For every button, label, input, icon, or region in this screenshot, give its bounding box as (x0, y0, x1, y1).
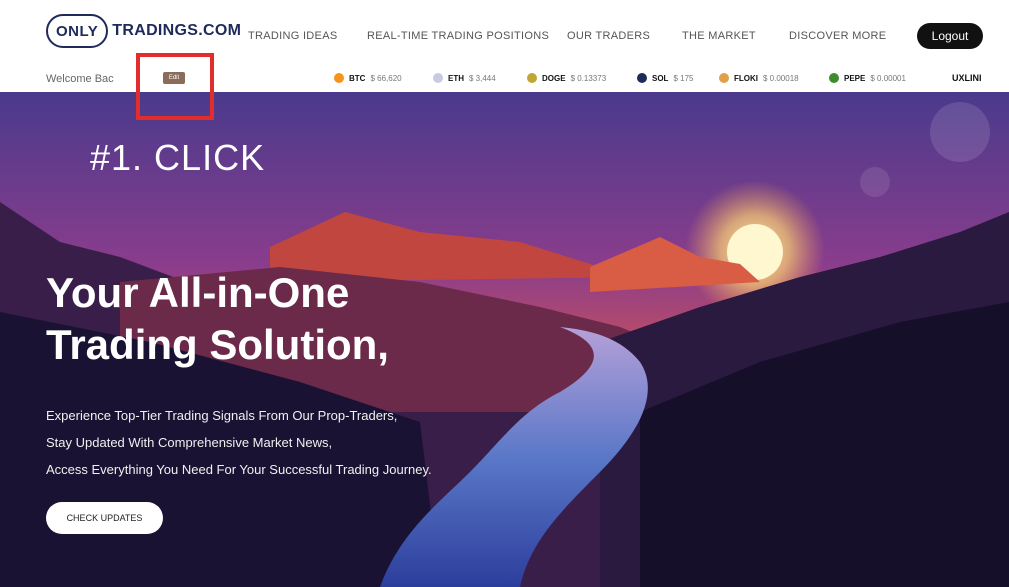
coin-floki[interactable]: FLOKI $ 0.00018 (719, 73, 799, 83)
coin-symbol: FLOKI (734, 73, 758, 83)
hero-sub-line-3: Access Everything You Need For Your Succ… (46, 462, 432, 477)
eth-icon (433, 73, 443, 83)
logo-badge: ONLY (46, 14, 109, 48)
coin-symbol: BTC (349, 73, 366, 83)
coin-pepe[interactable]: PEPE $ 0.00001 (829, 73, 906, 83)
nav-the-market[interactable]: THE MARKET (682, 30, 756, 42)
coin-symbol: ETH (448, 73, 464, 83)
welcome-text: Welcome Bac (46, 73, 114, 85)
btc-icon (334, 73, 344, 83)
doge-icon (527, 73, 537, 83)
floki-icon (719, 73, 729, 83)
coin-symbol: SOL (652, 73, 669, 83)
logout-button[interactable]: Logout (917, 23, 983, 49)
coin-price: $ 66,620 (370, 73, 402, 83)
hero-subtitle: Experience Top-Tier Trading Signals From… (46, 402, 432, 483)
coin-symbol: PEPE (844, 73, 866, 83)
logo-text: TRADINGS.COM (112, 22, 242, 39)
coin-price: $ 3,444 (469, 73, 496, 83)
coin-sol[interactable]: SOL $ 175 (637, 73, 693, 83)
annotation-highlight-box (136, 53, 214, 120)
hero-title: Your All-in-One Trading Solution, (46, 267, 389, 371)
coin-eth[interactable]: ETH $ 3,444 (433, 73, 496, 83)
user-tag[interactable]: UXLINI (952, 73, 982, 83)
nav-trading-ideas[interactable]: TRADING IDEAS (248, 30, 337, 42)
coin-price: $ 0.13373 (570, 73, 607, 83)
coin-price: $ 0.00001 (870, 73, 906, 83)
coin-symbol: DOGE (542, 73, 566, 83)
coin-price: $ 0.00018 (763, 73, 799, 83)
pepe-icon (829, 73, 839, 83)
coin-price: $ 175 (673, 73, 694, 83)
hero-sub-line-1: Experience Top-Tier Trading Signals From… (46, 408, 398, 423)
hero-title-line-1: Your All-in-One (46, 269, 350, 316)
coin-doge[interactable]: DOGE $ 0.13373 (527, 73, 606, 83)
sol-icon (637, 73, 647, 83)
coin-btc[interactable]: BTC $ 66,620 (334, 73, 402, 83)
hero-sub-line-2: Stay Updated With Comprehensive Market N… (46, 435, 333, 450)
site-logo[interactable]: ONLY TRADINGS.COM (46, 14, 241, 48)
check-updates-button[interactable]: CHECK UPDATES (46, 502, 163, 534)
nav-discover-more[interactable]: DISCOVER MORE (789, 30, 886, 42)
nav-our-traders[interactable]: OUR TRADERS (567, 30, 650, 42)
annotation-label: #1. CLICK (90, 137, 266, 178)
nav-real-time-positions[interactable]: REAL-TIME TRADING POSITIONS (367, 30, 549, 42)
hero-title-line-2: Trading Solution, (46, 321, 389, 368)
